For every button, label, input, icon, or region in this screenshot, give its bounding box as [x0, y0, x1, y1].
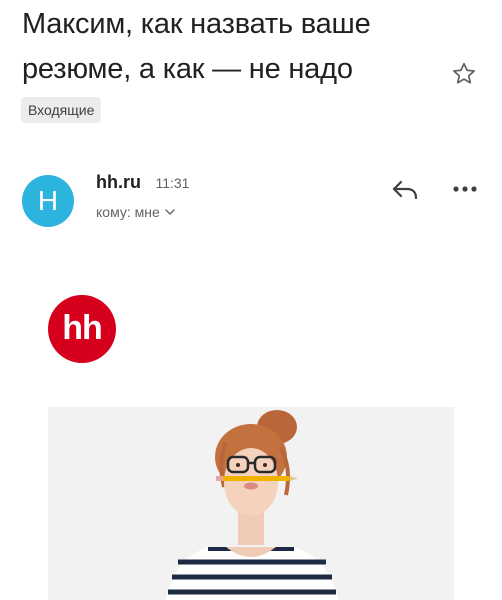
- reply-button[interactable]: [390, 176, 422, 204]
- star-button[interactable]: [450, 60, 478, 88]
- star-icon: [452, 62, 476, 84]
- hh-logo: hh: [48, 295, 116, 363]
- label-chip-inbox[interactable]: Входящие: [21, 97, 102, 123]
- sender-line: hh.ru 11:31: [96, 172, 189, 193]
- email-subject-line-2: резюме, а как — не надо: [22, 53, 353, 85]
- hero-image: [48, 407, 454, 600]
- sender-name[interactable]: hh.ru: [96, 172, 141, 192]
- recipient-details-toggle[interactable]: кому: мне: [96, 204, 175, 220]
- more-horizontal-icon: [453, 186, 477, 192]
- reply-icon: [392, 180, 418, 200]
- email-subject-line-1: Максим, как назвать ваше: [22, 8, 371, 40]
- chevron-down-icon: [165, 209, 175, 215]
- more-options-button[interactable]: [452, 182, 478, 196]
- sender-avatar[interactable]: H: [22, 175, 74, 227]
- recipient-label: кому: мне: [96, 204, 160, 220]
- email-subject: Максим, как назвать ваше резюме, а как —…: [22, 2, 422, 92]
- sent-time: 11:31: [155, 175, 190, 191]
- woman-with-pencil-illustration: [48, 407, 454, 600]
